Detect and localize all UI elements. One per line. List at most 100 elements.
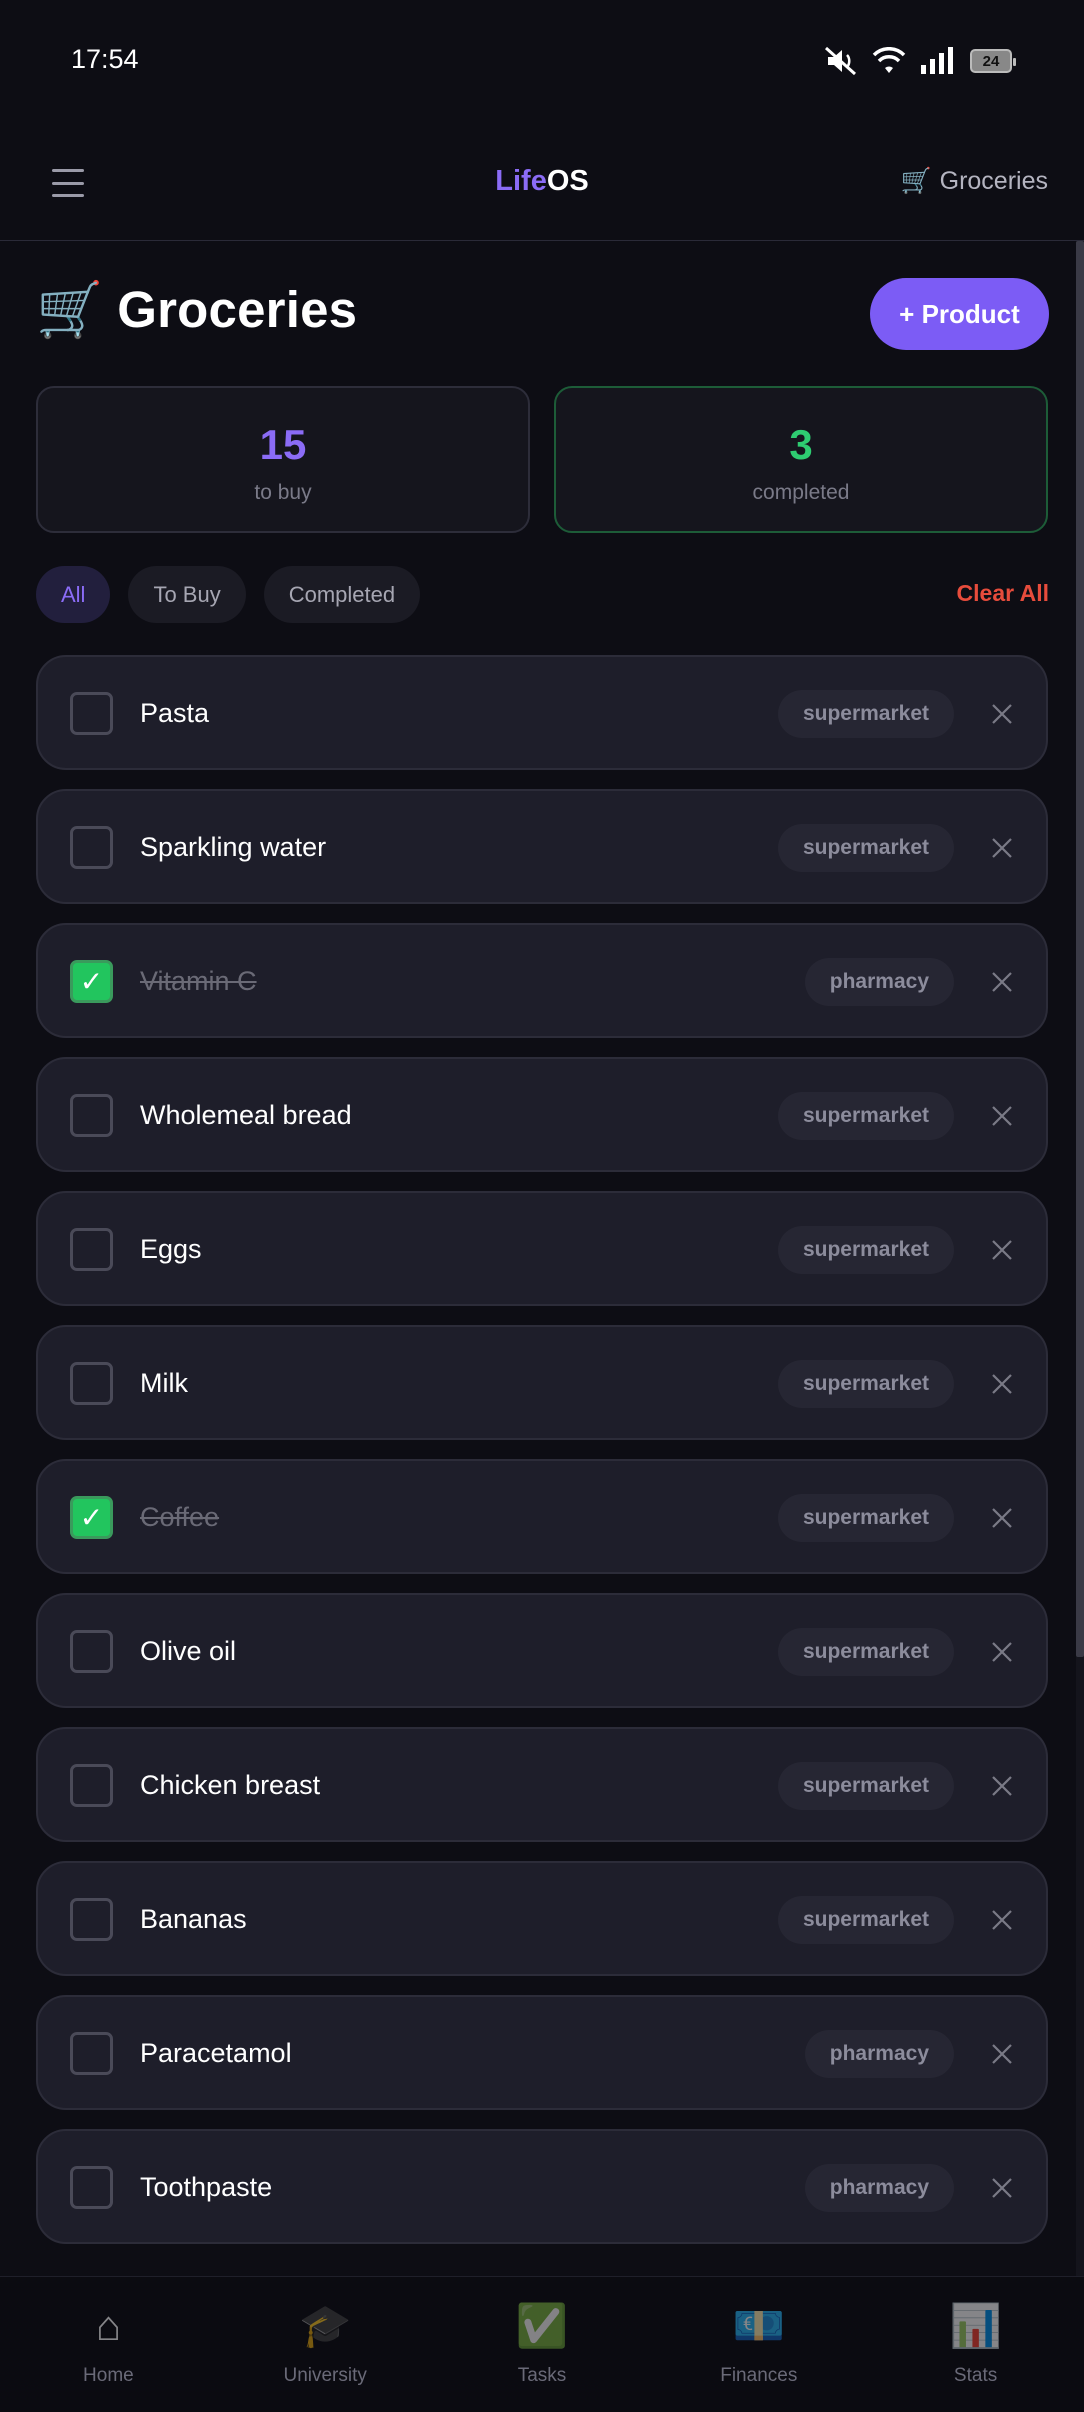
item-category-tag: pharmacy [804, 958, 954, 1006]
item-name: Olive oil [140, 1636, 237, 1666]
delete-icon[interactable] [990, 1506, 1014, 1530]
item-name: Toothpaste [140, 2172, 273, 2202]
status-bar: 17:54 24 [0, 0, 1084, 125]
tasks-icon: ✅ [515, 2302, 569, 2349]
grocery-list: Pasta supermarket Sparkling water supermark… [36, 655, 1048, 2263]
filter-all[interactable]: All [36, 566, 111, 623]
item-checkbox[interactable] [70, 960, 113, 1003]
item-name: Milk [140, 1368, 188, 1398]
item-category-tag: supermarket [777, 1226, 954, 1274]
finances-icon: 💶 [732, 2302, 785, 2349]
screen: 17:54 24 LifeOS 🛒 Groceries 🛒 Groceries … [0, 0, 1084, 2412]
list-item[interactable]: Coffee supermarket [36, 1459, 1048, 1574]
delete-icon[interactable] [990, 1104, 1014, 1128]
status-time: 17:54 [71, 44, 139, 74]
delete-icon[interactable] [990, 1774, 1014, 1798]
item-name: Chicken breast [140, 1770, 321, 1800]
page-title: 🛒 Groceries [36, 280, 357, 339]
item-category-tag: supermarket [777, 1494, 954, 1542]
wifi-icon [872, 47, 906, 75]
nav-label: Stats [953, 2365, 998, 2386]
delete-icon[interactable] [990, 1238, 1014, 1262]
nav-label: University [283, 2365, 367, 2386]
nav-label: Home [83, 2365, 134, 2386]
delete-icon[interactable] [990, 1908, 1014, 1932]
list-item[interactable]: Wholemeal bread supermarket [36, 1057, 1048, 1172]
current-section: 🛒 Groceries [900, 167, 1048, 196]
nav-item-tasks[interactable]: ✅ Tasks [434, 2277, 651, 2412]
item-name: Bananas [140, 1904, 247, 1934]
mute-icon [824, 46, 858, 76]
list-item[interactable]: Pasta supermarket [36, 655, 1048, 770]
battery-icon: 24 [970, 49, 1016, 73]
item-checkbox[interactable] [70, 1496, 113, 1539]
stat-completed: 3 completed [554, 386, 1048, 533]
nav-item-university[interactable]: 🎓 University [217, 2277, 434, 2412]
item-checkbox[interactable] [70, 826, 113, 869]
item-checkbox[interactable] [70, 1228, 113, 1271]
item-category-tag: supermarket [777, 1092, 954, 1140]
item-category-tag: supermarket [777, 1896, 954, 1944]
item-name: Sparkling water [140, 832, 327, 862]
item-category-tag: supermarket [777, 824, 954, 872]
clear-all-button[interactable]: Clear All [957, 580, 1049, 607]
filter-to-buy[interactable]: To Buy [128, 566, 246, 623]
list-item[interactable]: Eggs supermarket [36, 1191, 1048, 1306]
item-checkbox[interactable] [70, 2032, 113, 2075]
nav-label: Finances [720, 2365, 798, 2386]
delete-icon[interactable] [990, 836, 1014, 860]
filter-tabs: All To Buy Completed [36, 566, 421, 623]
item-category-tag: pharmacy [804, 2164, 954, 2212]
nav-item-stats[interactable]: 📊 Stats [867, 2277, 1084, 2412]
item-name: Pasta [140, 698, 210, 728]
page-title-text: Groceries [117, 281, 358, 338]
item-name: Coffee [140, 1502, 220, 1532]
delete-icon[interactable] [990, 702, 1014, 726]
stat-to-buy-label: to buy [254, 481, 312, 504]
stats-icon: 📊 [949, 2302, 1002, 2349]
delete-icon[interactable] [990, 1372, 1014, 1396]
nav-item-home[interactable]: ⌂ Home [0, 2277, 217, 2412]
list-item[interactable]: Olive oil supermarket [36, 1593, 1048, 1708]
item-checkbox[interactable] [70, 1764, 113, 1807]
delete-icon[interactable] [990, 2176, 1014, 2200]
current-section-label: Groceries [939, 167, 1048, 195]
bottom-nav: ⌂ Home 🎓 University ✅ Tasks 💶 Finances 📊 Stats [0, 2276, 1084, 2412]
cart-icon: 🛒 [900, 167, 932, 195]
list-item[interactable]: Toothpaste pharmacy [36, 2129, 1048, 2244]
item-category-tag: supermarket [777, 1628, 954, 1676]
app-header: LifeOS 🛒 Groceries [0, 125, 1084, 241]
item-category-tag: supermarket [777, 1762, 954, 1810]
nav-item-finances[interactable]: 💶 Finances [650, 2277, 867, 2412]
stat-to-buy-value: 15 [259, 421, 307, 468]
home-icon: ⌂ [95, 2302, 122, 2349]
list-item[interactable]: Milk supermarket [36, 1325, 1048, 1440]
list-item[interactable]: Vitamin C pharmacy [36, 923, 1048, 1038]
add-product-button[interactable]: + Product [870, 278, 1049, 350]
filter-completed[interactable]: Completed [263, 566, 421, 623]
item-checkbox[interactable] [70, 1630, 113, 1673]
list-item[interactable]: Chicken breast supermarket [36, 1727, 1048, 1842]
scrollbar-thumb[interactable] [1076, 241, 1084, 1657]
item-category-tag: supermarket [777, 690, 954, 738]
item-name: Paracetamol [140, 2038, 292, 2068]
item-checkbox[interactable] [70, 2166, 113, 2209]
cart-icon: 🛒 [36, 279, 104, 340]
item-checkbox[interactable] [70, 692, 113, 735]
item-checkbox[interactable] [70, 1898, 113, 1941]
delete-icon[interactable] [990, 970, 1014, 994]
item-checkbox[interactable] [70, 1094, 113, 1137]
item-category-tag: supermarket [777, 1360, 954, 1408]
item-category-tag: pharmacy [804, 2030, 954, 2078]
item-name: Eggs [140, 1234, 202, 1264]
list-item[interactable]: Sparkling water supermarket [36, 789, 1048, 904]
list-item[interactable]: Paracetamol pharmacy [36, 1995, 1048, 2110]
signal-icon [920, 47, 956, 75]
stat-to-buy: 15 to buy [36, 386, 530, 533]
delete-icon[interactable] [990, 2042, 1014, 2066]
list-item[interactable]: Bananas supermarket [36, 1861, 1048, 1976]
item-checkbox[interactable] [70, 1362, 113, 1405]
delete-icon[interactable] [990, 1640, 1014, 1664]
status-icons: 24 [824, 46, 1016, 76]
nav-label: Tasks [517, 2365, 567, 2386]
